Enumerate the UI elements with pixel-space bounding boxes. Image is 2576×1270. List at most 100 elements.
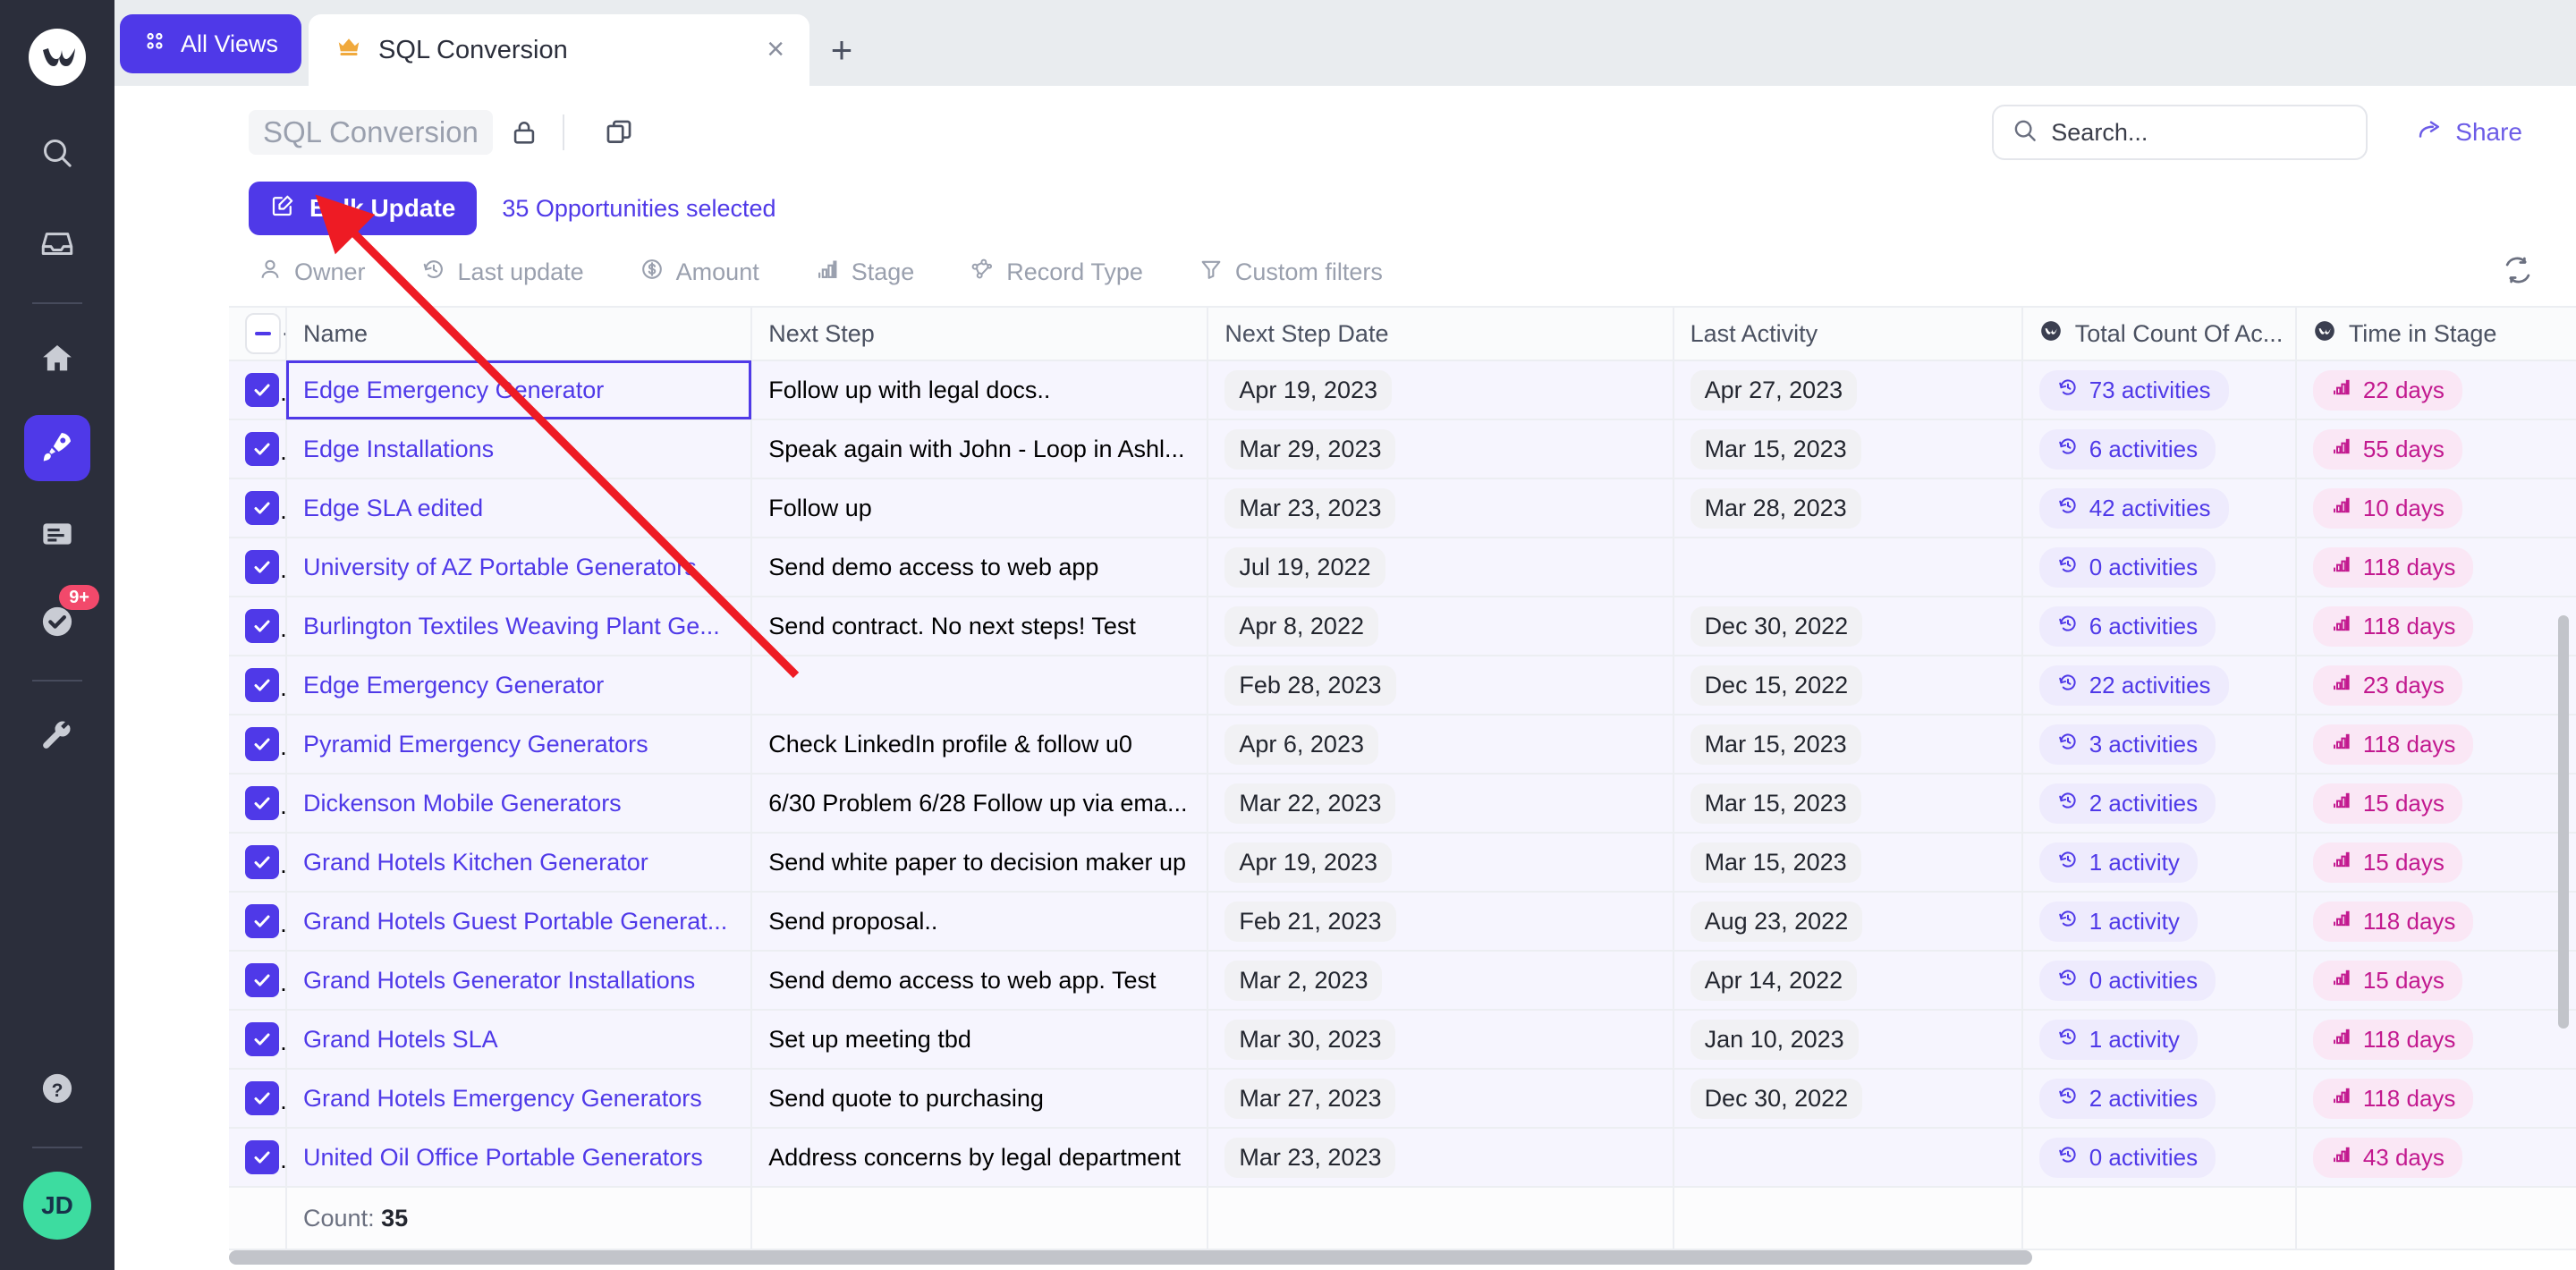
view-title[interactable]: SQL Conversion (249, 110, 493, 155)
table-row[interactable]: Burlington Textiles Weaving Plant Ge...S… (229, 597, 2576, 656)
cell-next-step-date[interactable]: Apr 19, 2023 (1208, 360, 1673, 419)
cell-total-count[interactable]: 0 activities (2022, 1128, 2296, 1187)
checkbox-checked-icon[interactable] (245, 1081, 279, 1115)
cell-next-step[interactable]: Send demo access to web app (751, 538, 1208, 597)
cell-last-activity[interactable]: Mar 15, 2023 (1674, 419, 2022, 478)
cell-time-in-stage[interactable]: 118 days (2296, 538, 2576, 597)
table-row[interactable]: University of AZ Portable Generators Send… (229, 538, 2576, 597)
cell-total-count[interactable]: 2 activities (2022, 774, 2296, 833)
cell-last-activity[interactable] (1674, 1128, 2022, 1187)
close-icon[interactable]: × (767, 39, 784, 61)
record-link[interactable]: Grand Hotels Generator Installations (303, 967, 695, 994)
cell-last-activity[interactable]: Dec 30, 2022 (1674, 597, 2022, 656)
cell-name[interactable]: Grand Hotels Guest Portable Generat... (286, 892, 751, 951)
cell-next-step[interactable]: Follow up with legal docs.. (751, 360, 1208, 419)
checkbox-checked-icon[interactable] (245, 904, 279, 938)
filter-owner[interactable]: Owner (258, 257, 366, 288)
copy-icon[interactable] (604, 117, 634, 148)
cell-next-step-date[interactable]: Mar 22, 2023 (1208, 774, 1673, 833)
cell-next-step[interactable]: Follow up (751, 478, 1208, 538)
record-link[interactable]: Edge SLA edited (303, 495, 483, 521)
cell-next-step-date[interactable]: Mar 2, 2023 (1208, 951, 1673, 1010)
cell-time-in-stage[interactable]: 43 days (2296, 1128, 2576, 1187)
cell-last-activity[interactable]: Dec 15, 2022 (1674, 656, 2022, 715)
filter-amount[interactable]: Amount (640, 257, 759, 288)
record-link[interactable]: Edge Installations (303, 436, 494, 462)
cell-total-count[interactable]: 6 activities (2022, 597, 2296, 656)
bulk-update-button[interactable]: Bulk Update (249, 182, 477, 235)
lock-icon[interactable] (509, 117, 539, 148)
row-checkbox-cell[interactable] (229, 478, 286, 538)
cell-last-activity[interactable]: Apr 14, 2022 (1674, 951, 2022, 1010)
cell-next-step-date[interactable]: Apr 6, 2023 (1208, 715, 1673, 774)
filter-custom[interactable]: Custom filters (1199, 257, 1383, 288)
sidebar-item-help[interactable]: ? (24, 1057, 90, 1123)
cell-next-step-date[interactable]: Mar 23, 2023 (1208, 478, 1673, 538)
checkbox-checked-icon[interactable] (245, 727, 279, 761)
cell-next-step-date[interactable]: Feb 28, 2023 (1208, 656, 1673, 715)
table-row[interactable]: Edge SLA editedFollow upMar 23, 2023Mar … (229, 478, 2576, 538)
record-link[interactable]: Dickenson Mobile Generators (303, 790, 622, 817)
cell-next-step[interactable]: Check LinkedIn profile & follow u0 (751, 715, 1208, 774)
cell-next-step-date[interactable]: Mar 30, 2023 (1208, 1010, 1673, 1069)
cell-next-step-date[interactable]: Jul 19, 2022 (1208, 538, 1673, 597)
record-link[interactable]: Grand Hotels Kitchen Generator (303, 849, 648, 876)
cell-next-step[interactable]: Address concerns by legal department (751, 1128, 1208, 1187)
record-link[interactable]: Pyramid Emergency Generators (303, 731, 648, 758)
row-checkbox-cell[interactable] (229, 538, 286, 597)
cell-total-count[interactable]: 6 activities (2022, 419, 2296, 478)
cell-time-in-stage[interactable]: 15 days (2296, 774, 2576, 833)
cell-time-in-stage[interactable]: 15 days (2296, 951, 2576, 1010)
cell-next-step[interactable]: Speak again with John - Loop in Ashl... (751, 419, 1208, 478)
column-header-last-activity[interactable]: Last Activity (1674, 307, 2022, 360)
column-header-next-step-date[interactable]: Next Step Date (1208, 307, 1673, 360)
table-row[interactable]: Edge Emergency GeneratorFollow up with l… (229, 360, 2576, 419)
record-link[interactable]: Grand Hotels SLA (303, 1026, 498, 1053)
avatar[interactable]: JD (23, 1172, 91, 1240)
cell-next-step-date[interactable]: Mar 27, 2023 (1208, 1069, 1673, 1128)
cell-next-step[interactable]: Set up meeting tbd (751, 1010, 1208, 1069)
cell-name[interactable]: Edge SLA edited (286, 478, 751, 538)
cell-name[interactable]: Grand Hotels Generator Installations (286, 951, 751, 1010)
horizontal-scrollbar[interactable] (229, 1250, 2032, 1265)
cell-next-step-date[interactable]: Feb 21, 2023 (1208, 892, 1673, 951)
checkbox-checked-icon[interactable] (245, 491, 279, 525)
row-checkbox-cell[interactable] (229, 1128, 286, 1187)
cell-name[interactable]: Dickenson Mobile Generators (286, 774, 751, 833)
cell-total-count[interactable]: 1 activity (2022, 892, 2296, 951)
cell-name[interactable]: Edge Emergency Generator (286, 360, 751, 419)
cell-name[interactable]: Edge Installations (286, 419, 751, 478)
checkbox-checked-icon[interactable] (245, 609, 279, 643)
filter-last-update[interactable]: Last update (421, 257, 584, 288)
cell-last-activity[interactable] (1674, 538, 2022, 597)
sidebar-item-home[interactable] (24, 327, 90, 394)
row-checkbox-cell[interactable] (229, 833, 286, 892)
cell-total-count[interactable]: 0 activities (2022, 538, 2296, 597)
cell-last-activity[interactable]: Aug 23, 2022 (1674, 892, 2022, 951)
cell-name[interactable]: University of AZ Portable Generators (286, 538, 751, 597)
row-checkbox-cell[interactable] (229, 1069, 286, 1128)
filter-stage[interactable]: Stage (815, 257, 915, 288)
cell-total-count[interactable]: 2 activities (2022, 1069, 2296, 1128)
cell-total-count[interactable]: 1 activity (2022, 1010, 2296, 1069)
cell-time-in-stage[interactable]: 22 days (2296, 360, 2576, 419)
cell-time-in-stage[interactable]: 118 days (2296, 715, 2576, 774)
cell-total-count[interactable]: 1 activity (2022, 833, 2296, 892)
wingman-logo[interactable] (23, 23, 91, 91)
checkbox-checked-icon[interactable] (245, 786, 279, 820)
select-all-cell[interactable] (229, 307, 286, 360)
cell-time-in-stage[interactable]: 118 days (2296, 892, 2576, 951)
record-link[interactable]: Burlington Textiles Weaving Plant Ge... (303, 613, 720, 639)
plus-icon[interactable]: + (809, 14, 874, 86)
cell-last-activity[interactable]: Mar 15, 2023 (1674, 833, 2022, 892)
cell-total-count[interactable]: 73 activities (2022, 360, 2296, 419)
cell-name[interactable]: Edge Emergency Generator (286, 656, 751, 715)
record-link[interactable]: University of AZ Portable Generators (303, 554, 697, 580)
row-checkbox-cell[interactable] (229, 715, 286, 774)
sidebar-item-tasks[interactable]: 9+ (24, 590, 90, 656)
sidebar-item-tools[interactable] (24, 705, 90, 771)
row-checkbox-cell[interactable] (229, 360, 286, 419)
cell-time-in-stage[interactable]: 118 days (2296, 1010, 2576, 1069)
cell-last-activity[interactable]: Mar 15, 2023 (1674, 715, 2022, 774)
cell-name[interactable]: United Oil Office Portable Generators (286, 1128, 751, 1187)
